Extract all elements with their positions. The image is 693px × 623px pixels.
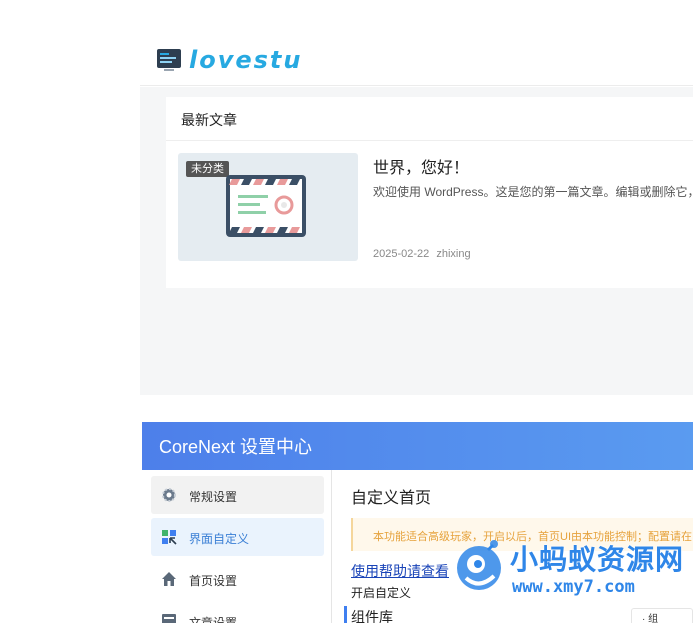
settings-sidebar: 常规设置 界面自定义 首页设置 文章设置 <box>142 470 332 623</box>
site-logo-icon <box>157 49 181 71</box>
post-excerpt: 欢迎使用 WordPress。这是您的第一篇文章。编辑或删除它，然 <box>373 185 693 199</box>
sidebar-item-home[interactable]: 首页设置 <box>151 560 324 598</box>
post-meta: 2025-02-22 zhixing <box>373 248 471 260</box>
help-link[interactable]: 使用帮助请查看 <box>351 561 449 581</box>
component-library-heading: 组件库 <box>351 609 393 623</box>
post-date: 2025-02-22 <box>373 248 430 260</box>
sidebar-item-label: 常规设置 <box>189 490 238 504</box>
sidebar-item-general[interactable]: 常规设置 <box>151 476 324 514</box>
envelope-illustration-icon <box>226 175 306 237</box>
gear-icon <box>162 488 176 502</box>
home-icon <box>162 572 176 586</box>
watermark-chinese-text: 小蚂蚁资源网 <box>510 544 685 575</box>
layout-icon <box>162 530 177 545</box>
component-tab[interactable]: · 组 <box>631 608 693 623</box>
sidebar-item-label: 文章设置 <box>189 616 238 623</box>
settings-title: CoreNext 设置中心 <box>159 437 313 457</box>
page-title: 自定义首页 <box>351 490 432 507</box>
watermark-ant-logo-icon <box>457 540 501 590</box>
settings-header: CoreNext 设置中心 <box>142 422 693 470</box>
latest-articles-card: 最新文章 未分类 世界，您好！ 欢迎使用 WordPress。这是您的第一篇文章… <box>166 97 693 288</box>
post-thumbnail[interactable]: 未分类 <box>178 153 358 261</box>
section-accent-bar <box>344 606 347 623</box>
sidebar-item-article[interactable]: 文章设置 <box>151 602 324 623</box>
sidebar-item-label: 界面自定义 <box>189 532 250 546</box>
post-title[interactable]: 世界，您好！ <box>373 154 469 178</box>
site-logo-text[interactable]: lovestu <box>189 46 302 74</box>
card-divider <box>166 140 693 141</box>
sidebar-item-label: 首页设置 <box>189 574 238 588</box>
sidebar-item-ui-custom[interactable]: 界面自定义 <box>151 518 324 556</box>
article-icon <box>162 614 176 623</box>
category-badge[interactable]: 未分类 <box>186 161 229 177</box>
post-author[interactable]: zhixing <box>436 248 470 260</box>
enable-custom-label: 开启自定义 <box>351 586 412 600</box>
latest-articles-heading: 最新文章 <box>181 112 237 128</box>
site-header: lovestu <box>140 38 693 86</box>
watermark-url: www.xmy7.com <box>512 577 635 597</box>
component-tab-label: · 组 <box>642 614 659 623</box>
